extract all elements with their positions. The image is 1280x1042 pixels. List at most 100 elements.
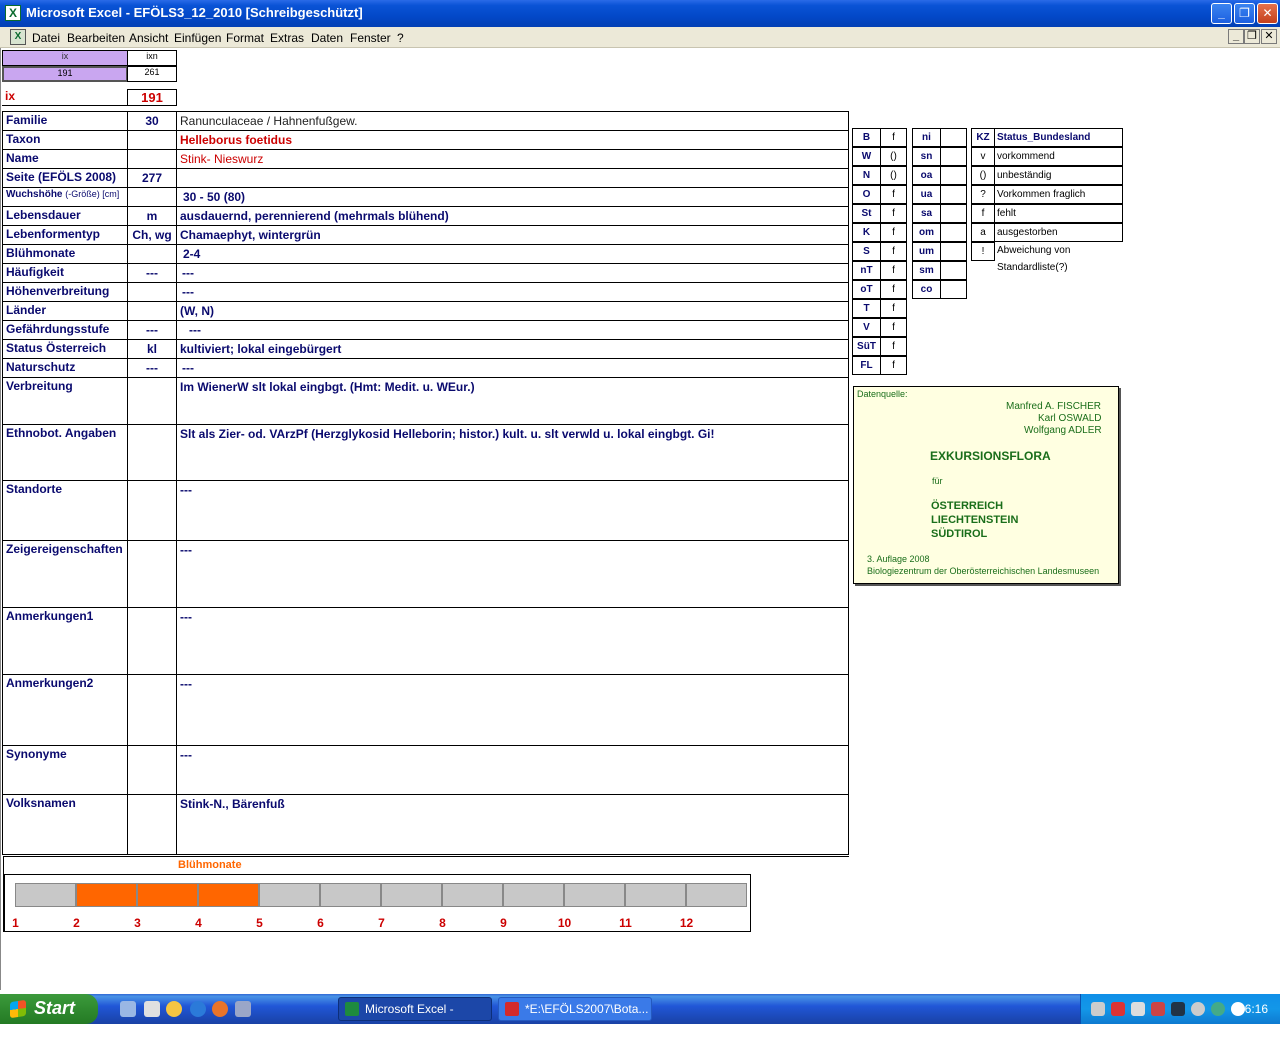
ix-value-cell[interactable]: 191 [2, 66, 128, 82]
code-standorte[interactable] [127, 480, 177, 541]
app-icon[interactable] [235, 1001, 251, 1017]
shield-icon[interactable] [1171, 1002, 1185, 1016]
code-bluehmonate[interactable] [127, 244, 177, 264]
code-verbreitung[interactable] [127, 377, 177, 425]
code-taxon[interactable] [127, 130, 177, 150]
explorer-icon[interactable] [144, 1001, 160, 1017]
minimize-button[interactable]: _ [1211, 3, 1232, 24]
code-seite[interactable]: 277 [127, 168, 177, 188]
excel-app-icon[interactable]: X [5, 5, 21, 21]
code-ethnobot[interactable] [127, 424, 177, 481]
workbook-icon[interactable]: X [10, 29, 26, 45]
state-value-10[interactable]: f [880, 318, 907, 337]
alert-icon[interactable] [1111, 1002, 1125, 1016]
value-naturschutz[interactable]: --- [176, 358, 849, 378]
worksheet[interactable]: ix ixn 191 261 ix 191 Familie 30 Ranuncu… [0, 48, 1280, 990]
doc-minimize-button[interactable]: _ [1228, 29, 1244, 44]
height-value-1[interactable] [940, 147, 967, 166]
bloom-chart[interactable]: 1 2 3 4 5 6 7 8 9 10 11 12 [4, 874, 751, 932]
ix-header[interactable]: ix [2, 50, 128, 66]
value-lebensdauer[interactable]: ausdauernd, perennierend (mehrmals blühe… [176, 206, 849, 226]
firefox-icon[interactable] [212, 1001, 228, 1017]
security-icon[interactable] [1151, 1002, 1165, 1016]
ixn-header[interactable]: ixn [127, 50, 177, 66]
height-value-3[interactable] [940, 185, 967, 204]
state-value-8[interactable]: f [880, 280, 907, 299]
value-ethnobot[interactable]: Slt als Zier- od. VArzPf (Herzglykosid H… [176, 424, 849, 481]
value-laender[interactable]: (W, N) [176, 301, 849, 321]
state-value-2[interactable]: () [880, 166, 907, 185]
value-hoehenverbreitung[interactable]: --- [176, 282, 849, 302]
menu-format[interactable]: Format [226, 31, 264, 45]
menu-datei[interactable]: Datei [32, 31, 60, 45]
code-name[interactable] [127, 149, 177, 169]
code-hoehenverbreitung[interactable] [127, 282, 177, 302]
value-lebensformentyp[interactable]: Chamaephyt, wintergrün [176, 225, 849, 245]
task-editor[interactable]: *E:\EFÖLS2007\Bota... [498, 997, 652, 1021]
code-lebensdauer[interactable]: m [127, 206, 177, 226]
state-value-7[interactable]: f [880, 261, 907, 280]
code-wuchshoehe[interactable] [127, 187, 177, 207]
close-button[interactable]: ✕ [1257, 3, 1278, 24]
state-value-4[interactable]: f [880, 204, 907, 223]
info-icon[interactable] [1211, 1002, 1225, 1016]
network-icon[interactable] [1091, 1002, 1105, 1016]
value-bluehmonate[interactable]: 2-4 [176, 244, 849, 264]
clock[interactable]: 06:16 [1238, 1002, 1268, 1016]
menu-fenster[interactable]: Fenster [350, 31, 391, 45]
height-value-6[interactable] [940, 242, 967, 261]
menu-extras[interactable]: Extras [270, 31, 304, 45]
value-verbreitung[interactable]: Im WienerW slt lokal eingbgt. (Hmt: Medi… [176, 377, 849, 425]
ixn-value-cell[interactable]: 261 [127, 66, 177, 82]
height-value-4[interactable] [940, 204, 967, 223]
restore-button[interactable]: ❐ [1234, 3, 1255, 24]
height-value-2[interactable] [940, 166, 967, 185]
value-taxon[interactable]: Helleborus foetidus [176, 130, 849, 150]
menu-einfuegen[interactable]: Einfügen [174, 31, 221, 45]
code-familie[interactable]: 30 [127, 111, 177, 131]
height-value-8[interactable] [940, 280, 967, 299]
state-value-0[interactable]: f [880, 128, 907, 147]
start-button[interactable]: Start [0, 994, 98, 1024]
media-icon[interactable] [166, 1001, 182, 1017]
state-value-9[interactable]: f [880, 299, 907, 318]
value-wuchshoehe[interactable]: 30 - 50 (80) [176, 187, 849, 207]
value-standorte[interactable]: --- [176, 480, 849, 541]
code-lebensformentyp[interactable]: Ch, wg [127, 225, 177, 245]
state-value-12[interactable]: f [880, 356, 907, 375]
code-laender[interactable] [127, 301, 177, 321]
task-excel[interactable]: Microsoft Excel - EFÖ... [338, 997, 492, 1038]
code-volksnamen[interactable] [127, 794, 177, 855]
code-haeufigkeit[interactable]: --- [127, 263, 177, 283]
code-anm2[interactable] [127, 674, 177, 746]
value-status[interactable]: kultiviert; lokal eingebürgert [176, 339, 849, 359]
ie-icon[interactable] [190, 1001, 206, 1017]
height-value-5[interactable] [940, 223, 967, 242]
code-gefaehrdungsstufe[interactable]: --- [127, 320, 177, 340]
value-seite[interactable] [176, 168, 849, 188]
state-value-1[interactable]: () [880, 147, 907, 166]
value-haeufigkeit[interactable]: --- [176, 263, 849, 283]
menu-ansicht[interactable]: Ansicht [129, 31, 168, 45]
height-value-0[interactable] [940, 128, 967, 147]
value-familie[interactable]: Ranunculaceae / Hahnenfußgew. [176, 111, 849, 131]
state-value-5[interactable]: f [880, 223, 907, 242]
state-value-11[interactable]: f [880, 337, 907, 356]
ix-big-value[interactable]: 191 [127, 89, 177, 106]
value-anm1[interactable]: --- [176, 607, 849, 675]
code-anm1[interactable] [127, 607, 177, 675]
value-volksnamen[interactable]: Stink-N., Bärenfuß [176, 794, 849, 855]
value-name[interactable]: Stink- Nieswurz [176, 149, 849, 169]
code-synonyme[interactable] [127, 745, 177, 795]
code-status[interactable]: kl [127, 339, 177, 359]
search-icon[interactable] [1131, 1002, 1145, 1016]
menu-daten[interactable]: Daten [311, 31, 343, 45]
code-naturschutz[interactable]: --- [127, 358, 177, 378]
code-zeiger[interactable] [127, 540, 177, 608]
doc-restore-button[interactable]: ❐ [1244, 29, 1260, 44]
value-synonyme[interactable]: --- [176, 745, 849, 795]
update-icon[interactable] [1191, 1002, 1205, 1016]
desktop-icon[interactable] [120, 1001, 136, 1017]
value-anm2[interactable]: --- [176, 674, 849, 746]
state-value-6[interactable]: f [880, 242, 907, 261]
